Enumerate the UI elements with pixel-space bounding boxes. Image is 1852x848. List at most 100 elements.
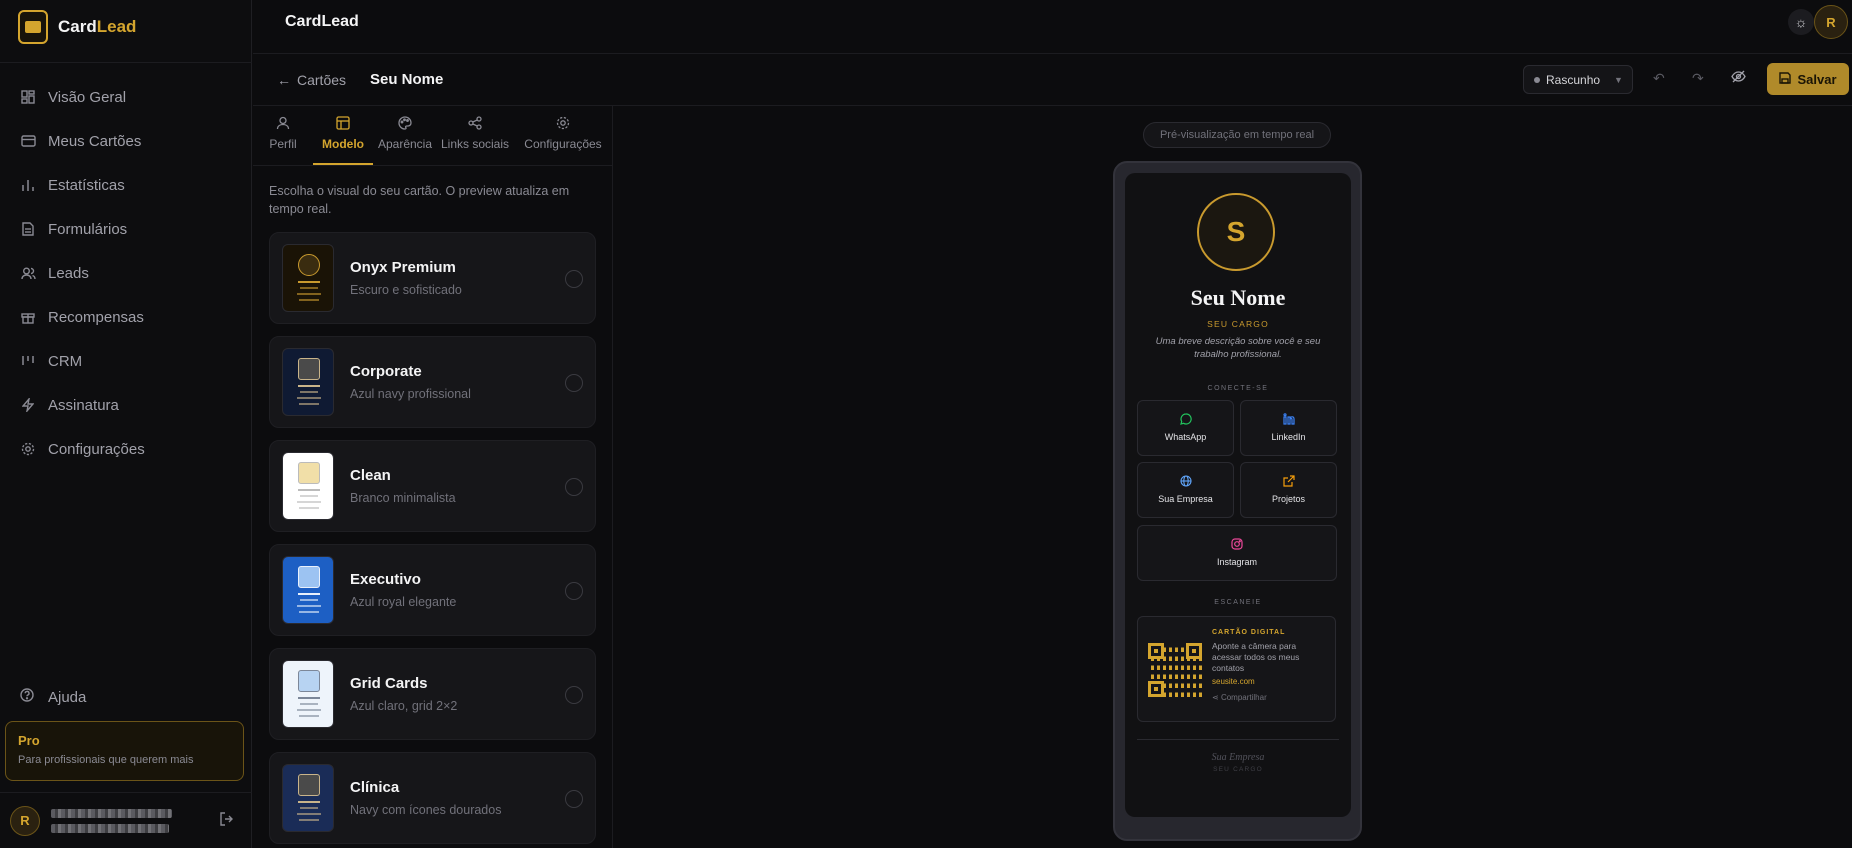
gift-icon [20, 309, 36, 325]
template-thumbnail [282, 764, 334, 832]
hide-preview-icon[interactable] [1731, 70, 1746, 86]
template-option[interactable]: Corporate Azul navy profissional [269, 336, 596, 428]
save-label: Salvar [1797, 71, 1837, 87]
undo-icon[interactable]: ↶ [1653, 70, 1665, 87]
link-button-linkedin[interactable]: LinkedIn [1240, 400, 1337, 456]
sidebar-item-overview[interactable]: Visão Geral [0, 75, 252, 119]
template-description: Azul navy profissional [350, 387, 471, 401]
tab-social-links[interactable]: Links sociais [437, 116, 513, 151]
sidebar-item-leads[interactable]: Leads [0, 251, 252, 295]
chevron-down-icon: ▼ [1614, 74, 1623, 85]
sidebar-item-crm[interactable]: CRM [0, 339, 252, 383]
share-icon: ⋖ [1212, 693, 1221, 702]
template-option[interactable]: Grid Cards Azul claro, grid 2×2 [269, 648, 596, 740]
link-button-whatsapp[interactable]: WhatsApp [1137, 400, 1234, 456]
link-button-instagram[interactable]: Instagram [1137, 525, 1337, 581]
template-description: Branco minimalista [350, 491, 456, 505]
template-name: Clínica [350, 779, 400, 796]
template-radio[interactable] [565, 686, 583, 704]
template-option[interactable]: Executivo Azul royal elegante [269, 544, 596, 636]
template-thumbnail [282, 452, 334, 520]
instagram-icon [1138, 538, 1336, 552]
tab-appearance[interactable]: Aparência [373, 116, 437, 151]
avatar: R [10, 805, 40, 836]
sidebar-item-forms[interactable]: Formulários [0, 207, 252, 251]
logout-icon[interactable] [220, 811, 234, 830]
sidebar-item-stats[interactable]: Estatísticas [0, 163, 252, 207]
save-icon [1779, 71, 1792, 87]
back-button[interactable]: ← Cartões [277, 72, 346, 88]
sidebar-item-label: Meus Cartões [48, 132, 142, 150]
sidebar-item-label: Leads [48, 264, 89, 282]
template-thumbnail [282, 660, 334, 728]
linkedin-icon [1241, 413, 1336, 427]
qr-code[interactable] [1148, 643, 1202, 697]
template-option[interactable]: Clean Branco minimalista [269, 440, 596, 532]
active-tab-indicator [313, 163, 373, 165]
sidebar-item-cards[interactable]: Meus Cartões [0, 119, 252, 163]
tab-profile[interactable]: Perfil [253, 116, 313, 151]
editor-panel: Perfil Modelo Aparência Links sociais Co… [253, 106, 613, 848]
template-thumbnail [282, 244, 334, 312]
sidebar-item-label: Configurações [48, 440, 145, 458]
link-button-projects[interactable]: Projetos [1240, 462, 1337, 518]
top-bar: CardLead ☼ R [253, 0, 1852, 54]
kanban-icon [20, 353, 36, 369]
link-label: Sua Empresa [1158, 494, 1213, 504]
sidebar-item-label: Visão Geral [48, 88, 127, 106]
phone-frame: S Seu Nome SEU CARGO Uma breve descrição… [1113, 161, 1362, 841]
redo-icon[interactable]: ↷ [1692, 70, 1704, 87]
template-radio[interactable] [565, 478, 583, 496]
card-preview-area: Pré-visualização em tempo real S Seu Nom… [614, 106, 1852, 848]
template-name: Corporate [350, 363, 422, 380]
chart-icon [20, 177, 36, 193]
back-label: Cartões [297, 72, 347, 88]
sidebar-item-subscription[interactable]: Assinatura [0, 383, 252, 427]
user-profile[interactable]: R [0, 792, 252, 848]
plan-card[interactable]: Pro Para profissionais que querem mais [5, 721, 244, 781]
sidebar-item-help[interactable]: Ajuda [0, 675, 252, 719]
template-radio[interactable] [565, 582, 583, 600]
template-name: Onyx Premium [350, 259, 456, 276]
template-radio[interactable] [565, 374, 583, 392]
whatsapp-icon [1138, 413, 1233, 427]
user-avatar[interactable]: R [1814, 5, 1848, 39]
editor-toolbar: ← Cartões Seu Nome Rascunho ▼ ↶ ↷ Salvar [253, 54, 1852, 106]
tab-label: Aparência [377, 137, 433, 151]
brand-name: Card [58, 17, 97, 36]
status-select[interactable]: Rascunho ▼ [1523, 65, 1633, 94]
tab-settings[interactable]: Configurações [513, 116, 612, 151]
sidebar-item-settings[interactable]: Configurações [0, 427, 252, 471]
app-logo[interactable]: CardLead [18, 10, 136, 44]
card-name: Seu Nome [370, 71, 444, 88]
template-thumbnail [282, 348, 334, 416]
help-icon [20, 688, 36, 706]
tab-template[interactable]: Modelo [313, 116, 373, 151]
sidebar-item-label: CRM [48, 352, 83, 370]
sidebar-item-label: Assinatura [48, 396, 119, 414]
link-button-company[interactable]: Sua Empresa [1137, 462, 1234, 518]
share-label: Compartilhar [1220, 693, 1267, 702]
plan-subtitle: Para profissionais que querem mais [18, 754, 194, 766]
sidebar-item-rewards[interactable]: Recompensas [0, 295, 252, 339]
template-radio[interactable] [565, 270, 583, 288]
file-icon [20, 221, 36, 237]
template-option[interactable]: Onyx Premium Escuro e sofisticado [269, 232, 596, 324]
profile-bio: Uma breve descrição sobre você e seu tra… [1155, 336, 1321, 360]
bolt-icon [20, 397, 36, 413]
logo-icon [18, 10, 48, 44]
theme-toggle-button[interactable]: ☼ [1788, 9, 1814, 35]
qr-url[interactable]: seusite.com [1212, 677, 1255, 686]
profile-role: SEU CARGO [1207, 319, 1269, 329]
template-option[interactable]: Clínica Navy com ícones dourados [269, 752, 596, 844]
template-name: Clean [350, 467, 391, 484]
globe-icon [1138, 475, 1233, 489]
gear-icon [513, 116, 612, 132]
share-button[interactable]: ⋖ Compartilhar [1212, 693, 1267, 702]
save-button[interactable]: Salvar [1767, 63, 1849, 95]
preview-badge: Pré-visualização em tempo real [1143, 122, 1331, 148]
divider [1137, 739, 1339, 740]
footer-role: SEU CARGO [1213, 766, 1263, 773]
share-icon [437, 116, 513, 132]
template-radio[interactable] [565, 790, 583, 808]
